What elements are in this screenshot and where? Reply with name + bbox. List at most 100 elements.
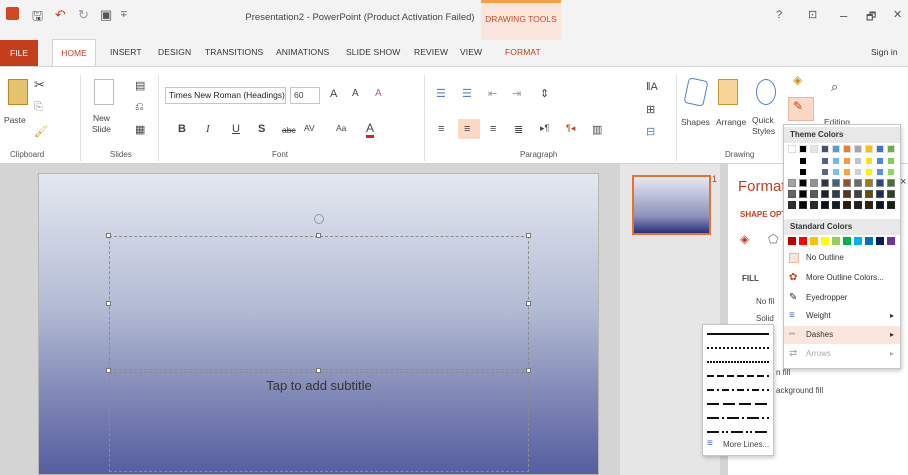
standard-color-swatch[interactable]	[821, 237, 829, 245]
slide-thumbnail[interactable]	[632, 175, 711, 235]
reset-icon[interactable]: ⎌	[135, 101, 144, 114]
align-right-icon[interactable]: ≡	[490, 123, 496, 135]
theme-color-swatch[interactable]	[832, 179, 840, 187]
theme-color-swatch[interactable]	[887, 179, 895, 187]
slide-canvas[interactable]: Tap to add subtitle	[38, 173, 599, 475]
weight-item[interactable]: ≡ Weight ▸	[784, 307, 900, 325]
theme-color-swatch[interactable]	[876, 157, 884, 165]
shapes-icon[interactable]	[683, 77, 709, 107]
shape-outline-icon[interactable]: ✎	[793, 99, 803, 113]
resize-handle[interactable]	[106, 301, 111, 306]
theme-color-swatch[interactable]	[799, 201, 807, 209]
rtl-icon[interactable]: ¶◂	[566, 123, 575, 134]
theme-color-swatch[interactable]	[854, 157, 862, 165]
text-shadow-icon[interactable]: S	[258, 123, 265, 135]
fill-section-header[interactable]: FILL	[742, 274, 759, 283]
dash-style-dash[interactable]	[707, 375, 769, 377]
no-outline-item[interactable]: No Outline	[784, 249, 900, 267]
standard-color-swatch[interactable]	[810, 237, 818, 245]
theme-color-swatch[interactable]	[887, 145, 895, 153]
tab-design[interactable]: DESIGN	[158, 47, 191, 57]
format-painter-icon[interactable]: 🖌	[34, 125, 48, 138]
close-button[interactable]: ✕	[893, 8, 902, 21]
theme-color-swatch[interactable]	[788, 179, 796, 187]
standard-color-swatch[interactable]	[799, 237, 807, 245]
theme-color-swatch[interactable]	[843, 168, 851, 176]
increase-indent-icon[interactable]: ⇥	[512, 87, 521, 100]
cut-icon[interactable]: ✂	[34, 77, 45, 93]
theme-color-swatch[interactable]	[821, 190, 829, 198]
resize-handle[interactable]	[316, 368, 321, 373]
background-fill-option[interactable]: ackground fill	[776, 386, 823, 395]
rotate-handle-icon[interactable]	[314, 214, 324, 224]
eyedropper-item[interactable]: ✎ Eyedropper	[784, 289, 900, 307]
theme-color-swatch[interactable]	[843, 157, 851, 165]
ribbon-display-button[interactable]: ⊡	[808, 8, 817, 21]
tab-transitions[interactable]: TRANSITIONS	[205, 47, 263, 57]
standard-color-swatch[interactable]	[843, 237, 851, 245]
dash-style-dash-dot[interactable]	[707, 389, 769, 391]
fill-line-icon[interactable]: ◈	[740, 232, 749, 246]
new-slide-icon[interactable]	[94, 79, 114, 105]
font-name-field[interactable]: Times New Roman (Headings)	[165, 87, 286, 104]
resize-handle[interactable]	[316, 233, 321, 238]
theme-color-swatch[interactable]	[865, 179, 873, 187]
theme-color-swatch[interactable]	[854, 168, 862, 176]
resize-handle[interactable]	[526, 301, 531, 306]
grow-font-icon[interactable]: A	[330, 88, 337, 100]
theme-color-swatch[interactable]	[810, 157, 818, 165]
columns-icon[interactable]: ▥	[592, 123, 602, 136]
standard-color-swatch[interactable]	[854, 237, 862, 245]
underline-icon[interactable]: U	[232, 123, 240, 135]
theme-color-swatch[interactable]	[810, 190, 818, 198]
no-fill-option[interactable]: No fil	[756, 297, 774, 306]
tab-home[interactable]: HOME	[52, 39, 96, 67]
font-size-field[interactable]: 60	[290, 87, 320, 104]
tab-slide-show[interactable]: SLIDE SHOW	[346, 47, 400, 57]
theme-color-swatch[interactable]	[799, 190, 807, 198]
theme-color-swatch[interactable]	[799, 168, 807, 176]
paste-icon[interactable]	[8, 79, 28, 105]
dash-style-long-dash[interactable]	[707, 403, 769, 405]
theme-color-swatch[interactable]	[821, 168, 829, 176]
align-left-icon[interactable]: ≡	[438, 123, 444, 135]
resize-handle[interactable]	[526, 233, 531, 238]
theme-color-swatch[interactable]	[865, 190, 873, 198]
theme-color-swatch[interactable]	[810, 145, 818, 153]
theme-color-swatch[interactable]	[843, 145, 851, 153]
theme-color-swatch[interactable]	[876, 179, 884, 187]
theme-color-swatch[interactable]	[843, 179, 851, 187]
character-spacing-icon[interactable]: AV	[304, 123, 315, 133]
numbering-icon[interactable]: ☰	[462, 87, 472, 100]
dash-style-long-dash-dot-dot[interactable]	[707, 431, 769, 433]
theme-color-swatch[interactable]	[832, 190, 840, 198]
theme-color-swatch[interactable]	[865, 201, 873, 209]
align-text-icon[interactable]: ⊞	[646, 103, 655, 116]
shape-options-tab[interactable]: SHAPE OPT	[740, 210, 786, 219]
arrange-button[interactable]: Arrange	[716, 117, 746, 127]
theme-color-swatch[interactable]	[876, 145, 884, 153]
theme-color-swatch[interactable]	[799, 157, 807, 165]
theme-color-swatch[interactable]	[821, 201, 829, 209]
theme-color-swatch[interactable]	[887, 157, 895, 165]
theme-color-swatch[interactable]	[832, 157, 840, 165]
theme-color-swatch[interactable]	[832, 145, 840, 153]
quick-styles-button[interactable]: Quick Styles	[752, 115, 775, 137]
theme-color-swatch[interactable]	[865, 145, 873, 153]
tab-file[interactable]: FILE	[0, 40, 38, 66]
italic-icon[interactable]: I	[206, 123, 210, 135]
theme-color-swatch[interactable]	[854, 190, 862, 198]
theme-color-swatch[interactable]	[854, 201, 862, 209]
decrease-indent-icon[interactable]: ⇤	[488, 87, 497, 100]
theme-color-swatch[interactable]	[788, 190, 796, 198]
dash-style-solid[interactable]	[707, 333, 769, 335]
strikethrough-icon[interactable]: abc	[282, 125, 296, 135]
resize-handle[interactable]	[106, 368, 111, 373]
standard-color-swatch[interactable]	[887, 237, 895, 245]
theme-color-swatch[interactable]	[799, 179, 807, 187]
tab-format[interactable]: FORMAT	[505, 47, 541, 57]
theme-color-swatch[interactable]	[799, 145, 807, 153]
theme-color-swatch[interactable]	[865, 157, 873, 165]
maximize-button[interactable]: 🗗	[866, 8, 876, 27]
font-color-icon[interactable]: A	[366, 121, 375, 138]
